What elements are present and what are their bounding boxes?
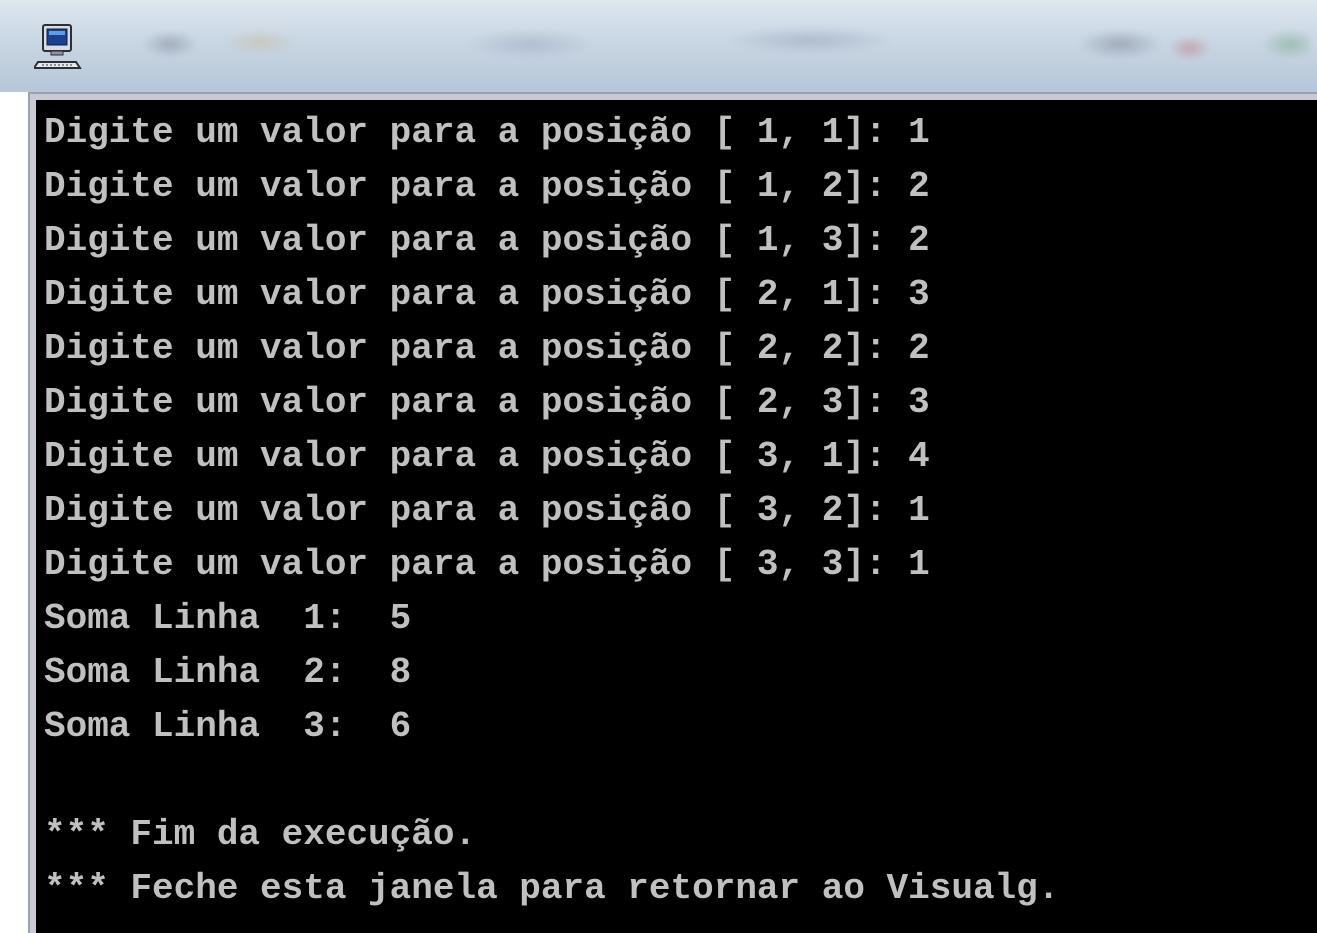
console-line: Digite um valor para a posição [ 1, 1]: …: [44, 112, 930, 153]
blank-line: [44, 754, 1059, 808]
close-window-hint-line: *** Feche esta janela para retornar ao V…: [44, 868, 1060, 909]
console-window: Digite um valor para a posição [ 1, 1]: …: [0, 0, 1317, 933]
console-lines: Digite um valor para a posição [ 1, 1]: …: [44, 106, 1059, 916]
end-of-execution-line: *** Fim da execução.: [44, 814, 477, 855]
row-sum-line: Soma Linha 2: 8: [44, 652, 412, 693]
blurred-title-area: [110, 14, 1310, 74]
console-line: Digite um valor para a posição [ 3, 3]: …: [44, 544, 930, 585]
console-line: Digite um valor para a posição [ 2, 1]: …: [44, 274, 930, 315]
row-sum-line: Soma Linha 1: 5: [44, 598, 412, 639]
console-line: Digite um valor para a posição [ 1, 3]: …: [44, 220, 930, 261]
console-line: Digite um valor para a posição [ 3, 2]: …: [44, 490, 930, 531]
console-output[interactable]: Digite um valor para a posição [ 1, 1]: …: [36, 100, 1317, 933]
title-bar[interactable]: [0, 0, 1317, 92]
console-line: Digite um valor para a posição [ 2, 3]: …: [44, 382, 930, 423]
console-line: Digite um valor para a posição [ 3, 1]: …: [44, 436, 930, 477]
row-sum-line: Soma Linha 3: 6: [44, 706, 412, 747]
console-line: Digite um valor para a posição [ 1, 2]: …: [44, 166, 930, 207]
console-line: Digite um valor para a posição [ 2, 2]: …: [44, 328, 930, 369]
console-computer-icon[interactable]: [32, 22, 82, 70]
